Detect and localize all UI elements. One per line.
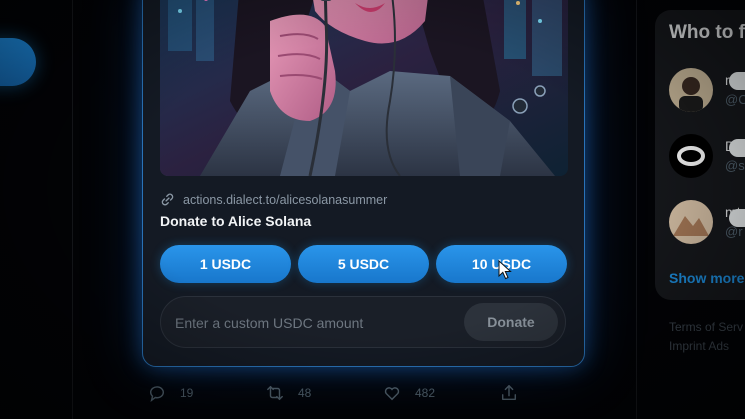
timeline-divider [636, 0, 637, 419]
suggestion-handle: @C [725, 92, 745, 107]
card-image [160, 0, 568, 176]
link-icon [160, 192, 175, 207]
footer-link[interactable]: Terms of Serv [669, 318, 743, 337]
reply-icon [148, 384, 166, 402]
show-more-link[interactable]: Show more [669, 270, 744, 286]
follow-button[interactable] [729, 72, 745, 90]
like-count: 482 [415, 386, 436, 400]
repost-count: 48 [298, 386, 312, 400]
repost-button[interactable]: 48 [266, 384, 311, 402]
who-to-follow-title: Who to fo [669, 22, 745, 43]
donate-1-usdc-button[interactable]: 1 USDC [160, 245, 291, 283]
custom-amount-row: Donate [160, 296, 566, 348]
repost-icon [266, 384, 284, 402]
footer-links: Terms of Serv Imprint Ads [669, 318, 743, 356]
stage: actions.dialect.to/alicesolanasummer Don… [0, 0, 745, 419]
suggestion-handle: @s [725, 158, 745, 173]
timeline-divider [72, 0, 73, 419]
footer-link[interactable]: Imprint Ads [669, 337, 743, 356]
avatar [669, 68, 713, 112]
card-link-text: actions.dialect.to/alicesolanasummer [183, 192, 388, 207]
follow-button[interactable] [729, 209, 745, 227]
donate-5-usdc-button[interactable]: 5 USDC [298, 245, 429, 283]
custom-amount-input[interactable] [175, 309, 465, 337]
share-icon [500, 384, 518, 402]
reply-button[interactable]: 19 [148, 384, 193, 402]
cursor-icon [498, 260, 512, 280]
like-button[interactable]: 482 [383, 384, 435, 402]
avatar [669, 200, 713, 244]
share-button[interactable] [500, 384, 518, 402]
card-link[interactable]: actions.dialect.to/alicesolanasummer [160, 192, 387, 207]
donate-button[interactable]: Donate [464, 303, 558, 341]
card-title: Donate to Alice Solana [160, 213, 312, 229]
nav-post-button[interactable] [0, 38, 36, 86]
tweet-action-bar: 19 48 482 [0, 384, 745, 408]
reply-count: 19 [180, 386, 194, 400]
like-icon [383, 384, 401, 402]
follow-button[interactable] [729, 139, 745, 157]
avatar [669, 134, 713, 178]
